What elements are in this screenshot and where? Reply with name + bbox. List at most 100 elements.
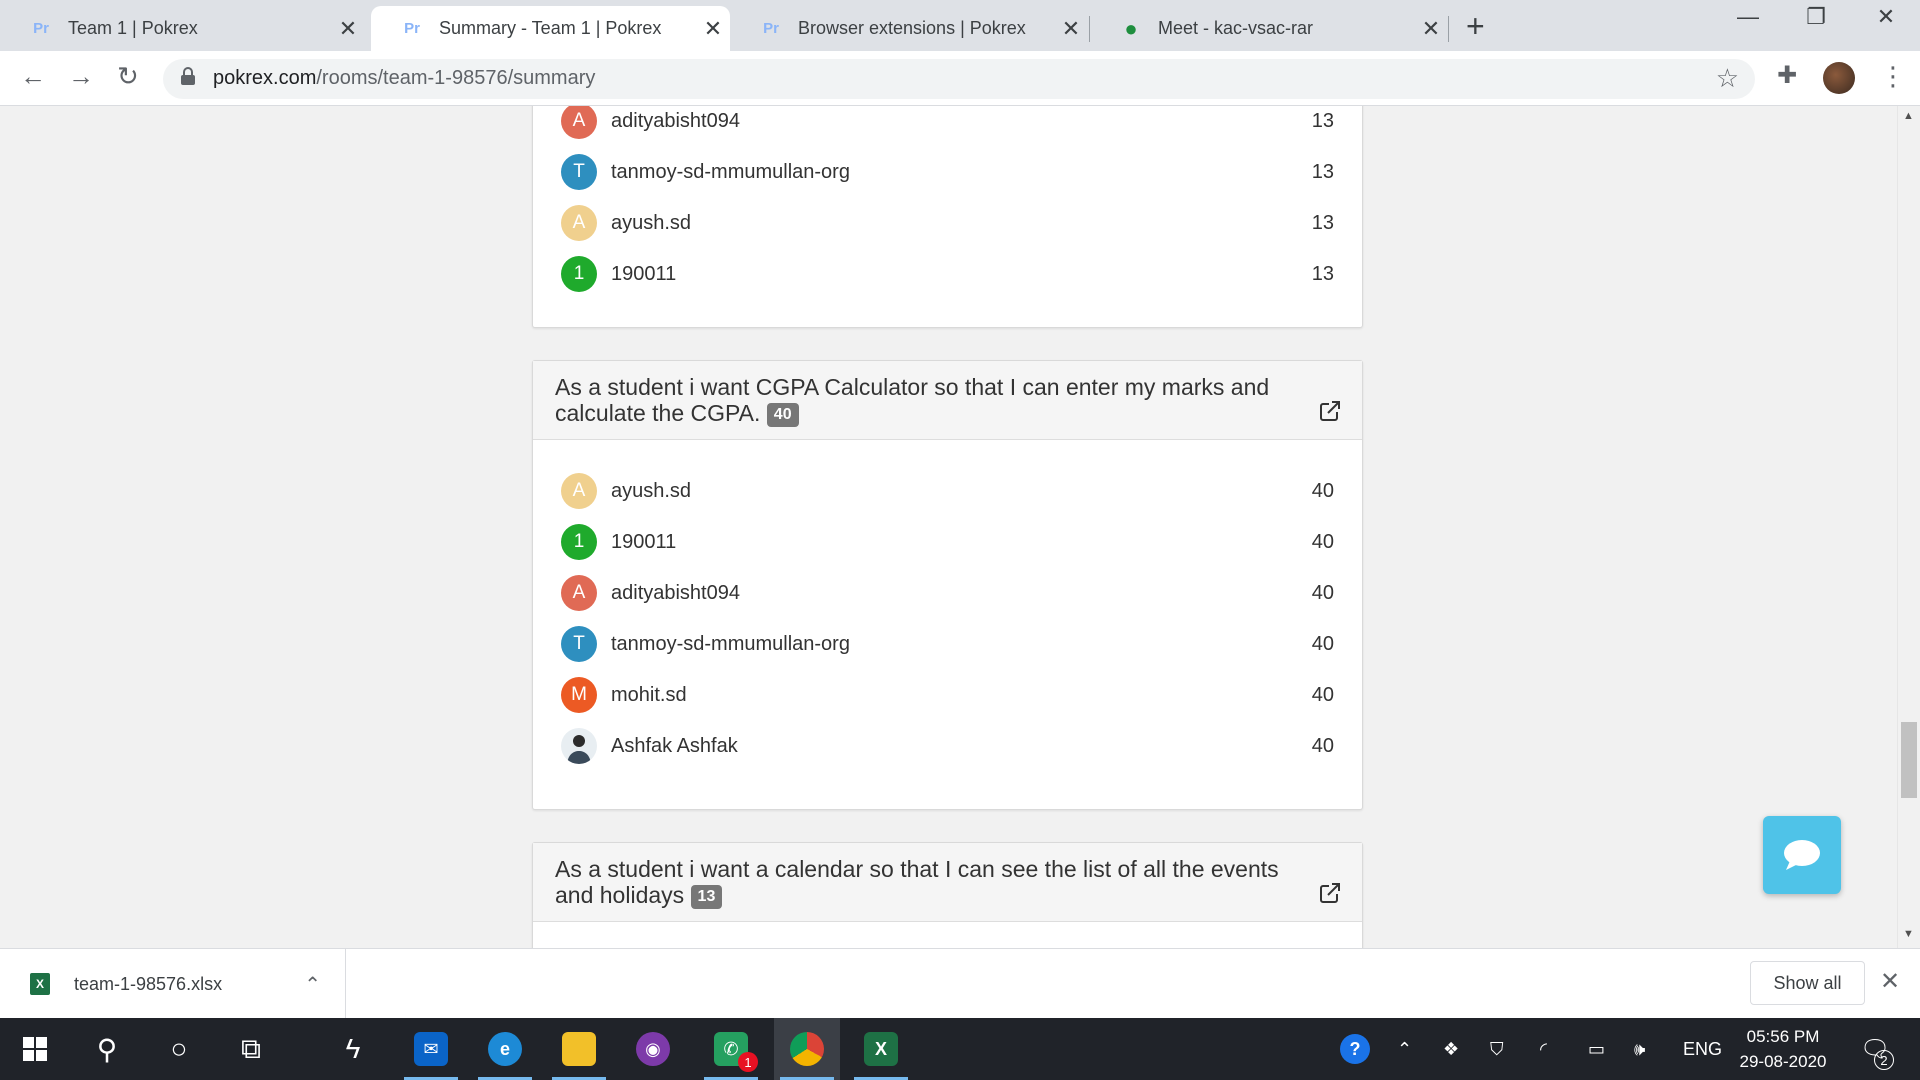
close-tab-icon[interactable]: ✕: [1054, 16, 1088, 42]
new-tab-button[interactable]: +: [1466, 8, 1485, 45]
tab-strip: Pr Team 1 | Pokrex ✕ Pr Summary - Team 1…: [0, 0, 1920, 51]
user-name: ayush.sd: [611, 211, 692, 234]
whatsapp-icon[interactable]: ✆ 1: [698, 1018, 764, 1080]
user-avatar: T: [561, 626, 597, 662]
chevron-up-icon[interactable]: ⌃: [304, 972, 321, 997]
story-title: As a student i want a calendar so that I…: [555, 856, 1279, 908]
clock-date: 29-08-2020: [1739, 1052, 1827, 1071]
download-shelf: X team-1-98576.xlsx ⌃ Show all ✕: [0, 948, 1920, 1019]
vote-score: 40: [1311, 530, 1334, 553]
show-hidden-icons-chevron-icon[interactable]: ⌃: [1397, 1018, 1412, 1080]
language-indicator[interactable]: ENG: [1683, 1018, 1722, 1080]
story-points-badge: 40: [766, 402, 799, 427]
search-icon[interactable]: ⚲: [74, 1018, 140, 1080]
page-scrollbar[interactable]: ▲ ▼: [1897, 106, 1920, 948]
vote-row: T tanmoy-sd-mmumullan-org 40: [561, 626, 1334, 662]
user-name: tanmoy-sd-mmumullan-org: [611, 160, 850, 183]
close-download-shelf-icon[interactable]: ✕: [1880, 967, 1900, 996]
scroll-up-arrow-icon[interactable]: ▲: [1903, 110, 1914, 122]
extensions-puzzle-icon[interactable]: ✚: [1777, 61, 1797, 90]
chat-button[interactable]: [1763, 816, 1841, 894]
vote-score: 40: [1311, 632, 1334, 655]
vote-score: 40: [1311, 581, 1334, 604]
browser-toolbar: ← → ↻ pokrex.com/rooms/team-1-98576/summ…: [0, 51, 1920, 106]
notifications-icon[interactable]: 🗨 2: [1860, 1018, 1894, 1080]
user-avatar: 1: [561, 524, 597, 560]
reload-icon[interactable]: ↻: [117, 61, 139, 92]
chrome-icon[interactable]: [774, 1018, 840, 1080]
mail-app-icon[interactable]: ✉: [398, 1018, 464, 1080]
url-text[interactable]: pokrex.com/rooms/team-1-98576/summary: [213, 67, 595, 90]
close-tab-icon[interactable]: ✕: [696, 16, 730, 42]
user-name: ayush.sd: [611, 479, 692, 502]
vote-score: 13: [1311, 160, 1334, 183]
user-avatar: 1: [561, 256, 597, 292]
chat-bubble-icon: [1784, 840, 1820, 870]
bookmark-star-icon[interactable]: ☆: [1716, 63, 1739, 94]
tor-browser-icon[interactable]: ◉: [620, 1018, 686, 1080]
user-avatar: A: [561, 205, 597, 241]
external-link-icon[interactable]: [1318, 881, 1342, 905]
vote-row: A ayush.sd 13: [561, 205, 1334, 241]
window-close-icon[interactable]: ✕: [1856, 4, 1916, 30]
cortana-icon[interactable]: ○: [146, 1018, 212, 1080]
story-header: As a student i want a calendar so that I…: [533, 843, 1362, 922]
volume-icon[interactable]: 🕪: [1634, 1018, 1645, 1080]
address-bar[interactable]: pokrex.com/rooms/team-1-98576/summary ☆: [163, 59, 1755, 99]
tab-summary[interactable]: Pr Summary - Team 1 | Pokrex ✕: [371, 6, 730, 51]
system-clock[interactable]: 05:56 PM 29-08-2020: [1728, 1024, 1838, 1074]
meet-icon: ●: [1124, 15, 1138, 41]
vote-row: 1 190011 40: [561, 524, 1334, 560]
windows-start-icon[interactable]: [2, 1018, 68, 1080]
windows-taskbar: ⚲ ○ ⧉ ϟ ✉ e ◉ ✆ 1 X ? ⌃ ❖ ⛉ ◜ ▭ 🕪 ENG 05…: [0, 1018, 1920, 1080]
excel-app-icon[interactable]: X: [848, 1018, 914, 1080]
task-view-icon[interactable]: ⧉: [218, 1018, 284, 1080]
minimize-icon[interactable]: —: [1718, 4, 1778, 30]
app-lightning-icon[interactable]: ϟ: [320, 1018, 386, 1080]
user-avatar: A: [561, 575, 597, 611]
clock-time: 05:56 PM: [1746, 1027, 1820, 1046]
menu-kebab-icon[interactable]: ⋮: [1880, 61, 1906, 92]
user-name: Ashfak Ashfak: [611, 734, 738, 757]
excel-file-icon: X: [30, 973, 50, 995]
tab-team-1[interactable]: Pr Team 1 | Pokrex ✕: [0, 6, 365, 51]
vote-score: 13: [1311, 262, 1334, 285]
tab-browser-extensions[interactable]: Pr Browser extensions | Pokrex ✕: [730, 6, 1088, 51]
close-tab-icon[interactable]: ✕: [1414, 16, 1448, 42]
edge-browser-icon[interactable]: e: [472, 1018, 538, 1080]
security-shield-icon[interactable]: ⛉: [1490, 1018, 1504, 1080]
user-name: mohit.sd: [611, 683, 687, 706]
dropbox-icon[interactable]: ❖: [1443, 1018, 1459, 1080]
scroll-down-arrow-icon[interactable]: ▼: [1903, 928, 1914, 940]
pokrex-favicon: Pr: [404, 20, 420, 37]
pokrex-favicon: Pr: [763, 20, 779, 37]
user-name: adityabisht094: [611, 581, 740, 604]
close-tab-icon[interactable]: ✕: [331, 16, 365, 42]
vote-score: 13: [1311, 211, 1334, 234]
help-icon[interactable]: ?: [1340, 1018, 1370, 1080]
vote-row: A adityabisht094 40: [561, 575, 1334, 611]
vote-row: 1 190011 13: [561, 256, 1334, 292]
external-link-icon[interactable]: [1318, 399, 1342, 423]
download-file-name: team-1-98576.xlsx: [74, 973, 223, 994]
battery-icon[interactable]: ▭: [1588, 1018, 1605, 1080]
page-content: A adityabisht094 13 T tanmoy-sd-mmumulla…: [0, 106, 1897, 948]
story-card: As a student i want a calendar so that I…: [532, 842, 1363, 948]
download-item[interactable]: X team-1-98576.xlsx ⌃: [0, 949, 346, 1019]
wifi-icon[interactable]: ◜: [1540, 1018, 1547, 1080]
back-arrow-icon[interactable]: ←: [20, 61, 46, 92]
restore-icon[interactable]: ❐: [1786, 4, 1846, 30]
forward-arrow-icon[interactable]: →: [68, 61, 94, 92]
story-card: A adityabisht094 13 T tanmoy-sd-mmumulla…: [532, 106, 1363, 328]
tab-label: Team 1 | Pokrex: [68, 18, 198, 38]
lock-icon: [181, 67, 195, 85]
scrollbar-thumb[interactable]: [1901, 722, 1917, 798]
file-explorer-icon[interactable]: [546, 1018, 612, 1080]
user-avatar: T: [561, 154, 597, 190]
profile-avatar[interactable]: [1823, 62, 1855, 94]
tab-label: Meet - kac-vsac-rar: [1158, 18, 1314, 38]
vote-row: M mohit.sd 40: [561, 677, 1334, 713]
tab-meet[interactable]: ● Meet - kac-vsac-rar ✕: [1090, 6, 1448, 51]
tab-label: Browser extensions | Pokrex: [798, 18, 1026, 38]
show-all-button[interactable]: Show all: [1750, 961, 1865, 1005]
